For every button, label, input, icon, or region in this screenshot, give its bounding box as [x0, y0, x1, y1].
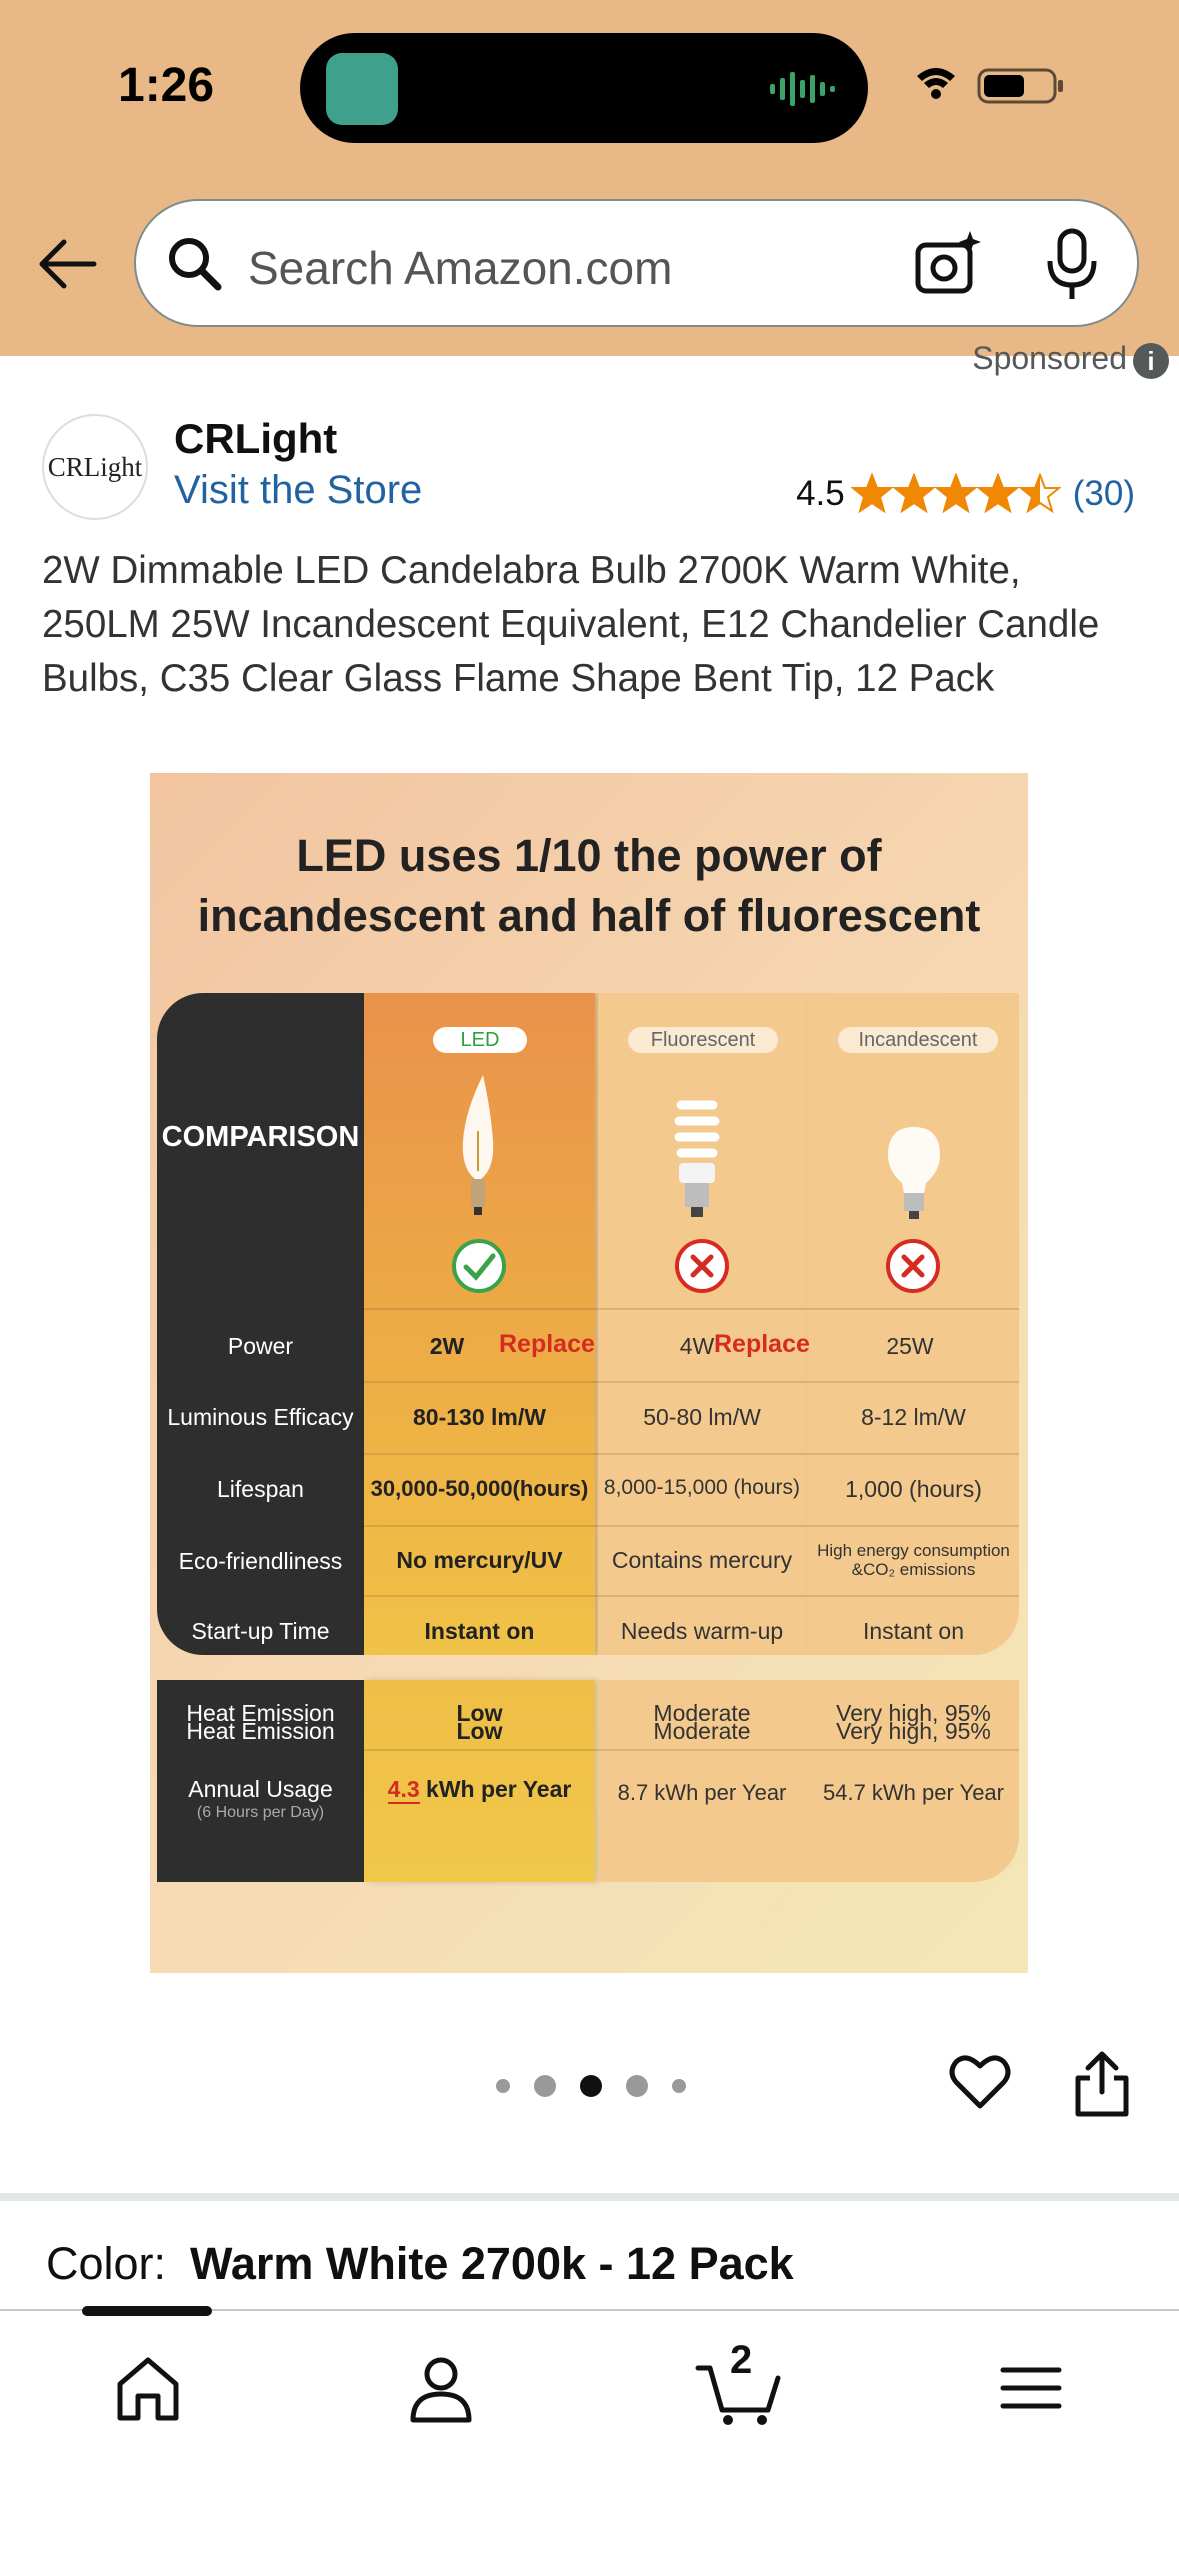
- fluorescent-startup: Needs warm-up: [620, 1618, 784, 1644]
- replace-label: Replace: [499, 1330, 595, 1358]
- incandescent-efficacy: 8-12 lm/W: [861, 1404, 966, 1430]
- row-label-startup: Start-up Time: [191, 1618, 330, 1644]
- brand-logo[interactable]: CRLight: [42, 414, 148, 520]
- info-icon[interactable]: i: [1133, 342, 1169, 379]
- page-dot[interactable]: [580, 2075, 602, 2097]
- camera-search-icon[interactable]: [912, 229, 984, 301]
- incandescent-bulb-icon: [888, 1127, 940, 1219]
- microphone-icon[interactable]: [1042, 227, 1102, 303]
- bottom-tab-bar: [0, 2309, 1179, 2558]
- fluorescent-eco: Contains mercury: [611, 1547, 793, 1573]
- search-bar[interactable]: Search Amazon.com: [134, 199, 1139, 327]
- color-selector[interactable]: Color: Warm White 2700k - 12 Pack: [46, 2238, 794, 2290]
- incandescent-lifespan: 1,000 (hours): [845, 1476, 982, 1502]
- incandescent-power: 25W: [886, 1333, 934, 1359]
- page-dot[interactable]: [534, 2075, 556, 2097]
- row-divider: [364, 1749, 1019, 1751]
- status-icons: [917, 68, 1063, 104]
- star-icon: [850, 473, 893, 514]
- product-title: 2W Dimmable LED Candelabra Bulb 2700K Wa…: [42, 549, 1100, 700]
- star-icon: [892, 473, 935, 514]
- led-efficacy: 80-130 lm/W: [413, 1404, 546, 1430]
- page-dot[interactable]: [672, 2079, 686, 2093]
- row-label-eco: Eco-friendliness: [178, 1548, 343, 1574]
- page-dot[interactable]: [626, 2075, 648, 2097]
- row-divider: [364, 1308, 1019, 1310]
- led-startup: Instant on: [424, 1618, 535, 1644]
- page-dot[interactable]: [496, 2079, 510, 2093]
- led-heat: Low: [456, 1718, 503, 1744]
- rating-summary[interactable]: 4.5 (30): [796, 473, 1135, 515]
- led-column-header: LED: [433, 1027, 527, 1053]
- comparison-table: COMPARISON LED Fluorescent Incandescent: [157, 993, 1019, 1655]
- replace-label: Replace: [714, 1330, 810, 1358]
- fluorescent-column-header: Fluorescent: [628, 1027, 778, 1053]
- fluorescent-lifespan: 8,000-15,000 (hours): [603, 1476, 801, 1499]
- share-icon[interactable]: [1070, 2050, 1134, 2118]
- sponsored-label[interactable]: Sponsored i: [972, 340, 1169, 379]
- incandescent-eco: High energy consumption &CO₂ emissions: [817, 1541, 1010, 1579]
- incandescent-startup: Instant on: [862, 1618, 965, 1644]
- row-sublabel-annual: (6 Hours per Day): [196, 1804, 325, 1821]
- fluorescent-efficacy: 50-80 lm/W: [643, 1404, 761, 1430]
- row-label-annual: Annual Usage: [188, 1776, 333, 1802]
- menu-icon[interactable]: [991, 2348, 1071, 2428]
- row-label-lifespan: Lifespan: [217, 1476, 304, 1502]
- review-count[interactable]: (30): [1073, 474, 1135, 514]
- now-playing-artwork: [326, 53, 398, 125]
- row-label-efficacy: Luminous Efficacy: [167, 1404, 354, 1430]
- comparison-table-lower: Heat Emission Low Moderate Very high, 95…: [157, 1680, 1019, 1882]
- image-pagination[interactable]: [484, 2072, 698, 2100]
- led-lifespan: 30,000-50,000(hours): [370, 1476, 589, 1501]
- image-headline: LED uses 1/10 the power of incandescent …: [197, 830, 981, 941]
- section-divider: [0, 2193, 1179, 2201]
- row-label-heat: Heat Emission: [186, 1718, 335, 1744]
- incandescent-annual: 54.7 kWh per Year: [822, 1780, 1004, 1805]
- back-arrow-icon[interactable]: [34, 234, 100, 294]
- row-divider: [364, 1453, 1019, 1455]
- cfl-bulb-icon: [674, 1100, 720, 1217]
- search-input[interactable]: Search Amazon.com: [248, 241, 672, 295]
- row-label-power: Power: [227, 1333, 294, 1359]
- account-icon[interactable]: [401, 2348, 481, 2428]
- led-power: 2W: [429, 1333, 465, 1359]
- led-eco: No mercury/UV: [396, 1547, 563, 1573]
- candle-bulb-icon: [462, 1075, 494, 1215]
- row-divider: [364, 1381, 1019, 1383]
- row-divider: [364, 1525, 1019, 1527]
- check-icon: [452, 1239, 506, 1293]
- star-icon: [976, 473, 1019, 514]
- fluorescent-heat: Moderate: [653, 1718, 751, 1744]
- dynamic-island[interactable]: [300, 33, 868, 143]
- star-icon: [1018, 473, 1061, 514]
- cross-icon: [675, 1239, 729, 1293]
- battery-icon: [977, 68, 1063, 104]
- star-icon: [934, 473, 977, 514]
- color-value: Warm White 2700k - 12 Pack: [190, 2238, 794, 2289]
- rating-value: 4.5: [796, 474, 845, 513]
- incandescent-column-header: Incandescent: [838, 1027, 998, 1053]
- led-annual: 4.3 kWh per Year: [387, 1776, 572, 1804]
- star-rating: [850, 473, 1061, 515]
- visit-store-link[interactable]: Visit the Store: [174, 468, 422, 513]
- row-divider: [364, 1595, 1019, 1597]
- status-time: 1:26: [118, 59, 215, 112]
- incandescent-heat: Very high, 95%: [836, 1718, 991, 1744]
- color-label: Color:: [46, 2238, 167, 2289]
- cross-icon: [886, 1239, 940, 1293]
- heart-icon[interactable]: [948, 2050, 1012, 2114]
- cart-count-badge: 2: [730, 2338, 753, 2382]
- home-icon[interactable]: [108, 2348, 188, 2428]
- wifi-icon: [917, 68, 955, 99]
- audio-waveform-icon: [770, 72, 835, 106]
- brand-name: CRLight: [174, 415, 338, 462]
- active-tab-indicator: [82, 2306, 212, 2316]
- search-icon: [169, 238, 222, 291]
- fluorescent-annual: 8.7 kWh per Year: [617, 1780, 787, 1805]
- comparison-label: COMPARISON: [161, 1121, 360, 1153]
